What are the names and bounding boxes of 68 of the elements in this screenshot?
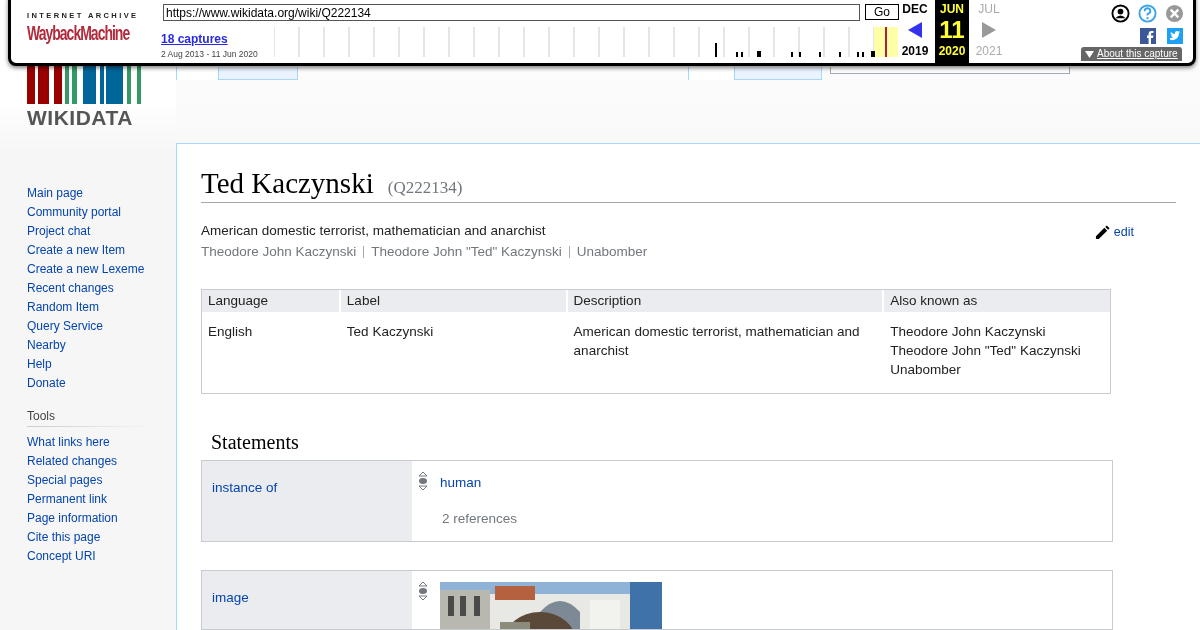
tab[interactable] bbox=[734, 67, 822, 80]
previous-arrow-icon[interactable] bbox=[908, 22, 922, 38]
sidebar-link[interactable]: Create a new Lexeme bbox=[27, 260, 145, 279]
captures-link[interactable]: 18 captures bbox=[161, 30, 228, 48]
url-field[interactable]: https://www.wikidata.org/wiki/Q222134 bbox=[163, 4, 860, 21]
search-field[interactable] bbox=[830, 67, 1070, 74]
table-cell-text: English bbox=[207, 323, 254, 341]
pencil-icon bbox=[1094, 224, 1110, 240]
sidebar-link[interactable]: Random Item bbox=[27, 298, 100, 317]
sidebar-heading: Tools bbox=[27, 408, 55, 424]
item-alias: Theodore John "Ted" Kaczynski bbox=[371, 243, 562, 261]
wordmark: WIKIDATA bbox=[27, 106, 134, 130]
rank-icon[interactable] bbox=[418, 581, 428, 601]
table-cell-text: Unabomber bbox=[890, 361, 961, 379]
month-label: JUN bbox=[940, 1, 964, 17]
column-header: Description bbox=[565, 290, 883, 312]
close-icon[interactable] bbox=[1165, 4, 1184, 23]
help-icon[interactable] bbox=[1138, 4, 1157, 23]
edit-link[interactable]: edit bbox=[1094, 223, 1134, 242]
sidebar-link[interactable]: Concept URI bbox=[27, 547, 96, 566]
twitter-icon[interactable] bbox=[1167, 28, 1183, 44]
column-header: Also known as bbox=[882, 290, 1110, 312]
about-capture-button[interactable]: About this capture bbox=[1081, 47, 1182, 61]
property-link[interactable]: instance of bbox=[212, 480, 278, 495]
tab[interactable] bbox=[176, 67, 218, 80]
sidebar-link[interactable]: Project chat bbox=[27, 222, 91, 241]
sidebar-link[interactable]: Query Service bbox=[27, 317, 104, 336]
sidebar-link[interactable]: Page information bbox=[27, 509, 118, 528]
month-label[interactable]: DEC bbox=[902, 1, 928, 17]
sidebar-link[interactable]: Recent changes bbox=[27, 279, 114, 298]
sidebar-link[interactable]: Main page bbox=[27, 184, 84, 203]
wayback-logo[interactable]: WaybackMachine bbox=[27, 20, 130, 46]
sidebar-link[interactable]: Cite this page bbox=[27, 528, 101, 547]
capture-range: 2 Aug 2013 - 11 Jun 2020 bbox=[161, 48, 258, 61]
table-cell-text: Theodore John "Ted" Kaczynski bbox=[890, 342, 1081, 360]
section-heading: Statements bbox=[211, 430, 300, 454]
sidebar-link[interactable]: Related changes bbox=[27, 452, 118, 471]
day-label: 11 bbox=[939, 17, 965, 43]
sidebar-link[interactable]: Community portal bbox=[27, 203, 122, 222]
value-link[interactable]: human bbox=[440, 473, 482, 494]
facebook-icon[interactable] bbox=[1140, 28, 1156, 44]
sidebar-link[interactable]: Permanent link bbox=[27, 490, 108, 509]
item-id: (Q222134) bbox=[387, 176, 463, 199]
page-title: Ted Kaczynski bbox=[201, 165, 374, 200]
references-toggle[interactable]: 2 references bbox=[442, 509, 518, 530]
year-label: 2020 bbox=[938, 43, 966, 59]
account-icon[interactable] bbox=[1111, 4, 1130, 23]
item-alias: Unabomber bbox=[576, 243, 648, 261]
table-cell-text: Ted Kaczynski bbox=[345, 323, 435, 341]
sidebar-link[interactable]: Create a new Item bbox=[27, 241, 126, 260]
sidebar-link[interactable]: Nearby bbox=[27, 336, 66, 355]
column-header: Label bbox=[338, 290, 566, 312]
property-link[interactable]: image bbox=[212, 590, 249, 605]
sidebar-link[interactable]: Special pages bbox=[27, 471, 103, 490]
tab[interactable] bbox=[218, 67, 298, 80]
rank-icon[interactable] bbox=[418, 471, 428, 491]
column-header: Language bbox=[207, 292, 270, 310]
item-alias: Theodore John Kaczynski bbox=[201, 243, 357, 261]
table-cell-text: Theodore John Kaczynski bbox=[890, 323, 1046, 341]
item-description: American domestic terrorist, mathematician and anarchist bbox=[201, 222, 547, 240]
year-label[interactable]: 2019 bbox=[901, 43, 929, 59]
caret-icon bbox=[1085, 50, 1094, 58]
sidebar-link[interactable]: Donate bbox=[27, 374, 66, 393]
sidebar-link[interactable]: Help bbox=[27, 355, 52, 374]
tab[interactable] bbox=[688, 67, 734, 80]
sidebar-link[interactable]: What links here bbox=[27, 433, 110, 452]
table-cell-text: American domestic terrorist, mathematician and anarchist bbox=[572, 323, 861, 360]
go-button[interactable]: Go bbox=[865, 4, 899, 20]
